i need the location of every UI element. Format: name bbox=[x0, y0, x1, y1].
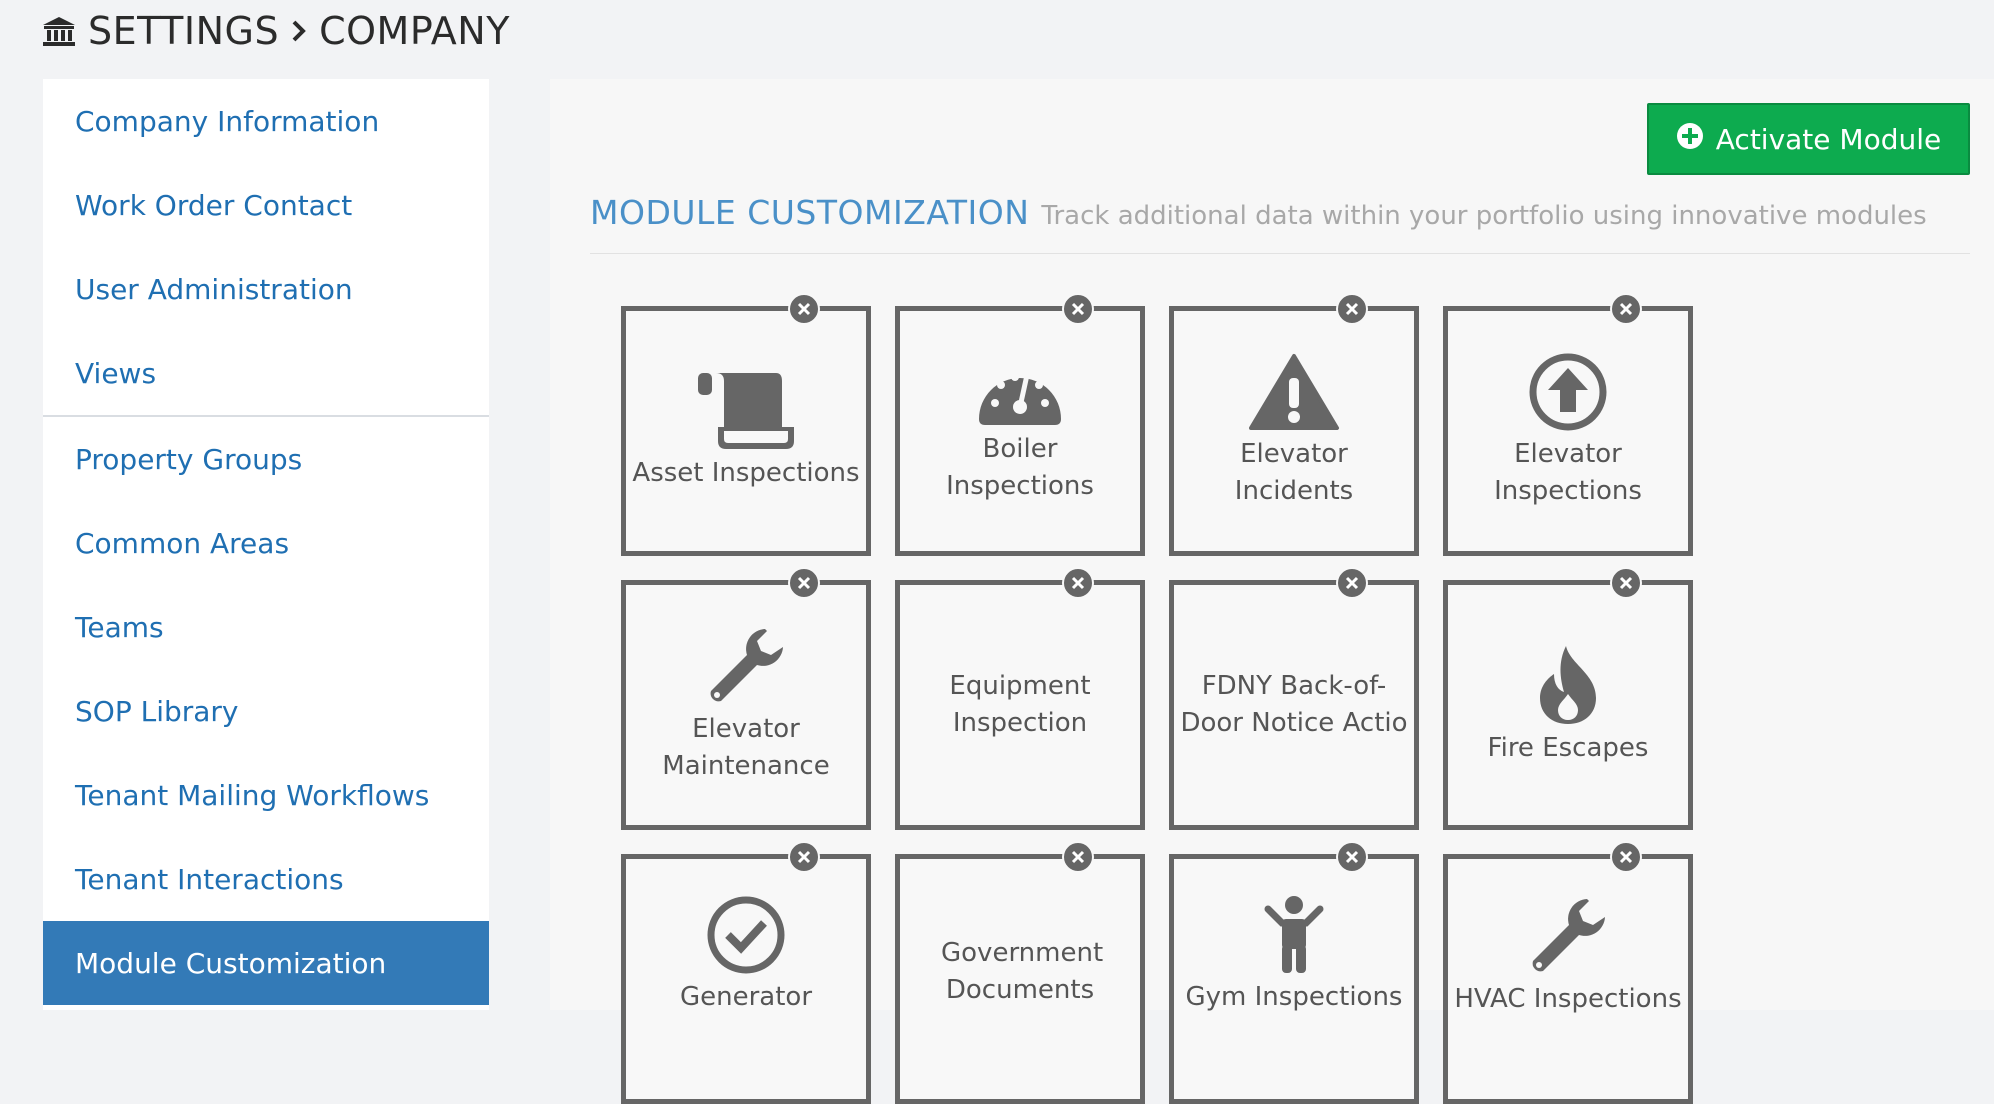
sidebar-item-tenant-mailing-workflows[interactable]: Tenant Mailing Workflows bbox=[43, 753, 489, 837]
sidebar-item-label: Common Areas bbox=[75, 526, 290, 560]
module-label: Equipment Inspection bbox=[949, 671, 1091, 738]
breadcrumb-settings[interactable]: SETTINGS bbox=[88, 9, 279, 53]
close-icon[interactable] bbox=[1062, 841, 1094, 873]
module-label: Asset Inspections bbox=[632, 457, 860, 488]
module-label: HVAC Inspections bbox=[1454, 984, 1682, 1014]
title-divider bbox=[590, 253, 1970, 254]
child-icon bbox=[1262, 895, 1326, 975]
close-icon[interactable] bbox=[788, 567, 820, 599]
close-icon[interactable] bbox=[1062, 567, 1094, 599]
module-label: Elevator Incidents bbox=[1234, 439, 1354, 506]
module-tile-elevator-inspections[interactable]: Elevator Inspections bbox=[1443, 306, 1693, 556]
bank-icon bbox=[42, 15, 76, 47]
module-label: Elevator Maintenance bbox=[662, 714, 830, 781]
wrench-icon bbox=[1527, 895, 1609, 977]
sidebar-item-work-order-contact[interactable]: Work Order Contact bbox=[43, 163, 489, 247]
module-label: Boiler Inspections bbox=[946, 434, 1094, 501]
page-title: MODULE CUSTOMIZATION Track additional da… bbox=[590, 193, 1927, 232]
sidebar-item-company-information[interactable]: Company Information bbox=[43, 79, 489, 163]
sidebar-item-label: Work Order Contact bbox=[75, 188, 353, 222]
sidebar-item-label: Tenant Interactions bbox=[75, 862, 344, 896]
module-label: Gym Inspections bbox=[1185, 982, 1403, 1012]
module-label: Government Documents bbox=[941, 938, 1104, 1005]
sidebar-item-label: SOP Library bbox=[75, 694, 239, 728]
section-title: MODULE CUSTOMIZATION bbox=[590, 193, 1030, 232]
sidebar-item-tenant-interactions[interactable]: Tenant Interactions bbox=[43, 837, 489, 921]
close-icon[interactable] bbox=[788, 293, 820, 325]
sidebar-item-label: Tenant Mailing Workflows bbox=[75, 778, 430, 812]
module-tile-hvac-inspections[interactable]: HVAC Inspections bbox=[1443, 854, 1693, 1104]
wrench-icon bbox=[705, 625, 787, 707]
main-panel: Activate Module MODULE CUSTOMIZATION Tra… bbox=[550, 79, 1994, 1104]
scroll-icon bbox=[696, 371, 796, 451]
chevron-right-icon bbox=[291, 19, 307, 43]
module-tile-fdny-notice[interactable]: FDNY Back-of-Door Notice Actio bbox=[1169, 580, 1419, 830]
module-tile-government-documents[interactable]: Government Documents bbox=[895, 854, 1145, 1104]
sidebar-item-label: Company Information bbox=[75, 104, 380, 138]
module-tile-equipment-inspection[interactable]: Equipment Inspection bbox=[895, 580, 1145, 830]
sidebar-item-views[interactable]: Views bbox=[43, 331, 489, 415]
sidebar-item-user-administration[interactable]: User Administration bbox=[43, 247, 489, 331]
close-icon[interactable] bbox=[1336, 293, 1368, 325]
sidebar-nav: Company Information Work Order Contact U… bbox=[43, 79, 489, 1010]
module-tile-elevator-incidents[interactable]: Elevator Incidents bbox=[1169, 306, 1419, 556]
sidebar-item-teams[interactable]: Teams bbox=[43, 585, 489, 669]
module-label: FDNY Back-of-Door Notice Actio bbox=[1180, 671, 1408, 738]
sidebar-item-property-groups[interactable]: Property Groups bbox=[43, 417, 489, 501]
module-label: Elevator Inspections bbox=[1494, 439, 1642, 506]
close-icon[interactable] bbox=[1610, 293, 1642, 325]
sidebar-item-label: Property Groups bbox=[75, 442, 303, 476]
gauge-icon bbox=[975, 357, 1065, 427]
sidebar-item-sop-library[interactable]: SOP Library bbox=[43, 669, 489, 753]
section-subtitle: Track additional data within your portfo… bbox=[1041, 201, 1927, 231]
module-tile-asset-inspections[interactable]: Asset Inspections bbox=[621, 306, 871, 556]
module-tile-generator[interactable]: Generator bbox=[621, 854, 871, 1104]
activate-module-label: Activate Module bbox=[1715, 122, 1942, 156]
sidebar-item-label: User Administration bbox=[75, 272, 353, 306]
module-tile-gym-inspections[interactable]: Gym Inspections bbox=[1169, 854, 1419, 1104]
module-tile-fire-escapes[interactable]: Fire Escapes bbox=[1443, 580, 1693, 830]
close-icon[interactable] bbox=[1336, 567, 1368, 599]
plus-circle-icon bbox=[1676, 122, 1704, 157]
module-tile-boiler-inspections[interactable]: Boiler Inspections bbox=[895, 306, 1145, 556]
breadcrumb-company: COMPANY bbox=[319, 9, 510, 53]
module-label: Fire Escapes bbox=[1487, 732, 1649, 763]
warning-icon bbox=[1248, 352, 1340, 432]
close-icon[interactable] bbox=[1336, 841, 1368, 873]
sidebar-item-label: Module Customization bbox=[75, 946, 387, 980]
sidebar-item-common-areas[interactable]: Common Areas bbox=[43, 501, 489, 585]
fire-icon bbox=[1536, 644, 1600, 726]
breadcrumb: SETTINGS COMPANY bbox=[42, 6, 510, 56]
activate-module-button[interactable]: Activate Module bbox=[1647, 103, 1970, 175]
module-label: Generator bbox=[679, 982, 813, 1012]
sidebar-item-label: Views bbox=[75, 356, 157, 390]
check-circle-icon bbox=[706, 895, 786, 975]
close-icon[interactable] bbox=[1610, 567, 1642, 599]
sidebar-item-module-customization[interactable]: Module Customization bbox=[43, 921, 489, 1005]
module-tile-elevator-maintenance[interactable]: Elevator Maintenance bbox=[621, 580, 871, 830]
sidebar-item-label: Teams bbox=[75, 610, 164, 644]
arrow-circle-up-icon bbox=[1528, 352, 1608, 432]
close-icon[interactable] bbox=[788, 841, 820, 873]
close-icon[interactable] bbox=[1610, 841, 1642, 873]
close-icon[interactable] bbox=[1062, 293, 1094, 325]
